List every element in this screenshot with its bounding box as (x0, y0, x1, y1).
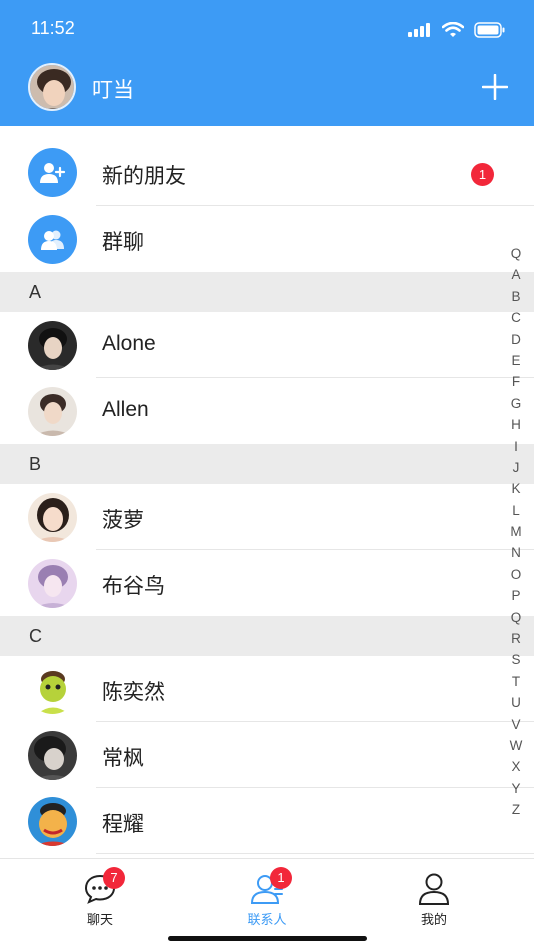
contact-row[interactable]: Allen (0, 378, 534, 444)
new-friends-item[interactable]: 新的朋友 1 (0, 126, 534, 206)
header-title: 叮当 (92, 79, 134, 102)
wifi-icon (442, 22, 464, 37)
section-header-b: B (0, 444, 534, 484)
index-letter[interactable]: Q (508, 243, 524, 264)
contact-avatar (28, 665, 77, 714)
tab-me-label: 我的 (420, 912, 447, 927)
add-friend-icon (28, 148, 77, 197)
group-chat-item[interactable]: 群聊 (0, 206, 534, 272)
index-letter[interactable]: P (508, 585, 524, 606)
section-letter: C (29, 626, 42, 646)
index-letter[interactable]: X (508, 756, 524, 777)
index-letter[interactable]: B (508, 286, 524, 307)
tab-contacts-label: 联系人 (247, 912, 287, 927)
status-icons (408, 22, 506, 38)
contact-avatar (28, 387, 77, 436)
index-letter[interactable]: Q (508, 607, 524, 628)
index-letter[interactable]: F (508, 371, 524, 392)
index-letter[interactable]: M (508, 521, 524, 542)
contact-row[interactable]: 菠萝 (0, 484, 534, 550)
contacts-badge: 1 (270, 867, 292, 889)
contact-name: 程耀 (102, 813, 144, 836)
group-icon (28, 215, 77, 264)
contact-avatar (28, 797, 77, 846)
contact-name: 布谷鸟 (102, 575, 165, 598)
contact-row[interactable]: 布谷鸟 (0, 550, 534, 616)
index-letter[interactable]: D (508, 329, 524, 350)
signal-icon (408, 23, 430, 37)
tab-chats-label: 聊天 (86, 912, 113, 927)
index-letter[interactable]: C (508, 307, 524, 328)
person-icon (418, 873, 450, 905)
tab-me[interactable]: 我的 (374, 873, 494, 928)
divider (96, 853, 534, 854)
index-letter[interactable]: V (508, 714, 524, 735)
new-friends-label: 新的朋友 (102, 165, 186, 188)
index-letter[interactable]: U (508, 692, 524, 713)
index-letter[interactable]: Z (508, 799, 524, 820)
contact-name: Alone (102, 332, 156, 355)
index-letter[interactable]: T (508, 671, 524, 692)
index-letter[interactable]: G (508, 393, 524, 414)
contact-name: 常枫 (102, 747, 144, 770)
index-letter[interactable]: O (508, 564, 524, 585)
index-letter[interactable]: H (508, 414, 524, 435)
contact-name: 陈奕然 (102, 681, 165, 704)
index-letter[interactable]: R (508, 628, 524, 649)
add-icon[interactable] (482, 74, 508, 100)
contact-avatar (28, 731, 77, 780)
index-letter[interactable]: K (508, 478, 524, 499)
alphabet-index[interactable]: QABCDEFGHIJKLMNOPQRSTUVWXYZ (508, 243, 524, 821)
app-header: 11:52 叮当 (0, 0, 534, 126)
index-letter[interactable]: N (508, 542, 524, 563)
contact-row[interactable]: 常枫 (0, 722, 534, 788)
index-letter[interactable]: L (508, 500, 524, 521)
index-letter[interactable]: E (508, 350, 524, 371)
chats-badge: 7 (103, 867, 125, 889)
contact-name: Allen (102, 398, 149, 421)
contact-row[interactable]: 陈奕然 (0, 656, 534, 722)
index-letter[interactable]: A (508, 264, 524, 285)
user-avatar[interactable] (28, 63, 76, 111)
contact-avatar (28, 321, 77, 370)
new-friends-badge: 1 (471, 163, 494, 186)
section-letter: A (29, 282, 42, 302)
contact-row[interactable]: Alone (0, 312, 534, 378)
section-header-a: A (0, 272, 534, 312)
status-time: 11:52 (31, 18, 75, 38)
index-letter[interactable]: W (508, 735, 524, 756)
home-indicator (168, 936, 367, 941)
section-letter: B (29, 454, 42, 474)
tab-contacts[interactable]: 1 联系人 (207, 867, 327, 928)
group-chat-label: 群聊 (102, 231, 144, 254)
index-letter[interactable]: J (508, 457, 524, 478)
battery-icon (474, 22, 505, 38)
index-letter[interactable]: I (508, 436, 524, 457)
index-letter[interactable]: S (508, 649, 524, 670)
contact-name: 菠萝 (102, 509, 144, 532)
section-header-c: C (0, 616, 534, 656)
contact-list: 新的朋友 1 群聊 A Alone Allen B 菠萝 布谷鸟 C 陈奕然 常… (0, 126, 534, 854)
contact-avatar (28, 493, 77, 542)
tab-chats[interactable]: 7 聊天 (40, 867, 160, 928)
contact-avatar (28, 559, 77, 608)
index-letter[interactable]: Y (508, 778, 524, 799)
contact-row[interactable]: 程耀 (0, 788, 534, 854)
